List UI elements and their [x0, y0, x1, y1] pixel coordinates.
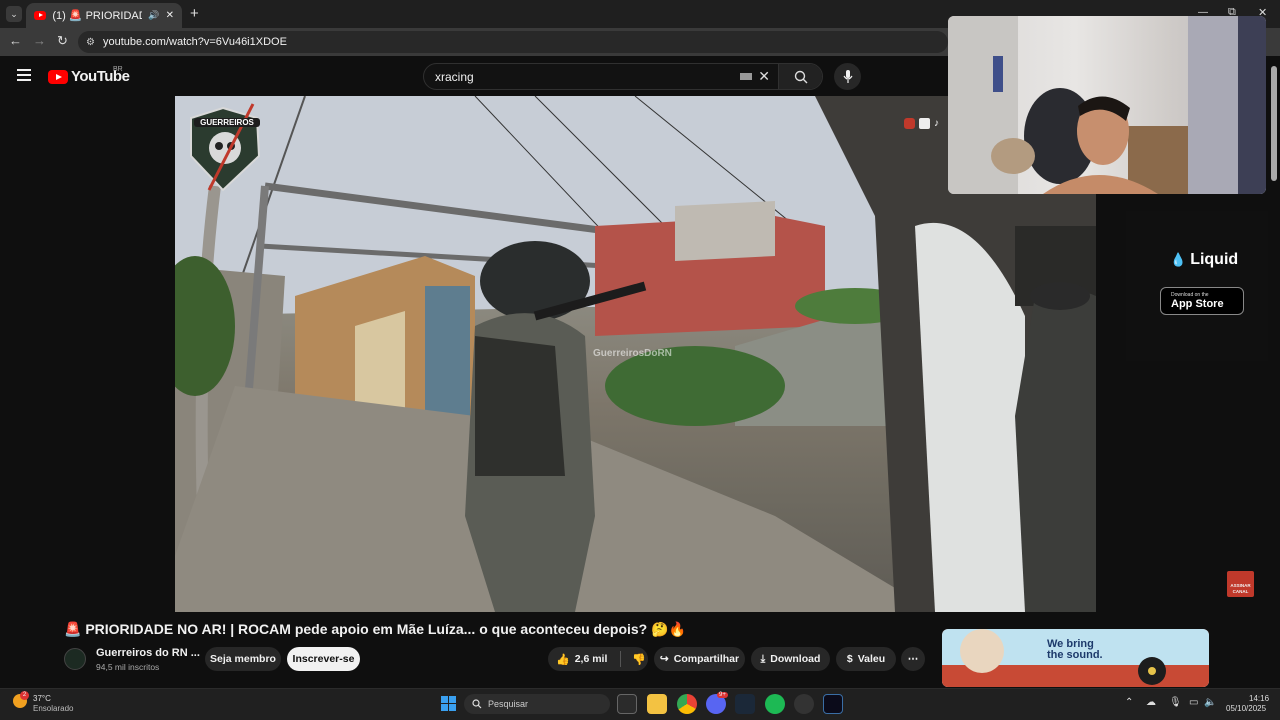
- subscriber-count: 94,5 mil inscritos: [96, 662, 160, 672]
- like-count[interactable]: 2,6 mil: [575, 653, 608, 665]
- download-label: Download: [770, 653, 821, 665]
- more-actions-button[interactable]: ⋯: [901, 647, 925, 671]
- channel-watermark-logo: GUERREIROS: [194, 118, 260, 127]
- chrome-icon[interactable]: [677, 694, 697, 714]
- share-label: Compartilhar: [673, 653, 740, 665]
- thanks-label: Valeu: [857, 653, 886, 665]
- windows-taskbar: [0, 688, 1280, 720]
- video-watermark-text: GuerreirosDoRN: [593, 348, 672, 359]
- youtube-favicon-icon: [34, 11, 47, 20]
- microphone-tray-icon[interactable]: 🎙: [1169, 697, 1182, 708]
- tab-title: (1) 🚨 PRIORIDADE NO AR! | RO: [52, 10, 142, 22]
- url-text: youtube.com/watch?v=6Vu46i1XDOE: [102, 36, 287, 48]
- site-info-icon[interactable]: ⚙: [86, 37, 95, 48]
- search-icon: [794, 70, 807, 83]
- search-button[interactable]: [778, 64, 822, 89]
- steam-icon[interactable]: [735, 694, 755, 714]
- thanks-icon: $: [846, 653, 853, 665]
- like-dislike-group: 👍 2,6 mil 👎: [548, 647, 648, 671]
- clear-search-icon[interactable]: ✕: [758, 68, 770, 85]
- scrollbar-thumb[interactable]: [1271, 66, 1277, 181]
- obs-icon[interactable]: [794, 694, 814, 714]
- taskbar-search[interactable]: Pesquisar: [464, 694, 610, 714]
- volume-icon[interactable]: 🔈: [1204, 697, 1216, 708]
- keyboard-icon[interactable]: [740, 73, 753, 80]
- share-button[interactable]: ↪ Compartilhar: [654, 647, 745, 671]
- download-button[interactable]: ⤓ Download: [751, 647, 830, 671]
- instagram-icon: [904, 118, 915, 129]
- liquid-ad[interactable]: 💧 Liquid Download on the App Store: [1126, 211, 1277, 361]
- clock-time[interactable]: 14:16: [1249, 694, 1269, 703]
- promo-card[interactable]: We bring the sound.: [942, 629, 1209, 687]
- network-icon[interactable]: ▭: [1189, 697, 1198, 708]
- file-explorer-icon[interactable]: [647, 694, 667, 714]
- subscribe-channel-badge[interactable]: ASSINAR CANAL: [1227, 571, 1254, 597]
- ad-brand: 💧 Liquid: [1170, 251, 1238, 269]
- weather-temp[interactable]: 37°C: [33, 694, 51, 703]
- country-code: BR: [113, 66, 123, 73]
- microphone-icon: [843, 69, 852, 83]
- tab-close-icon[interactable]: ✕: [166, 10, 174, 21]
- app-store-button[interactable]: Download on the App Store: [1160, 287, 1244, 315]
- subscribe-button[interactable]: Inscrever-se: [287, 647, 360, 671]
- badge-line2: CANAL: [1232, 589, 1249, 594]
- forward-arrow-icon[interactable]: →: [33, 33, 46, 48]
- new-tab-button[interactable]: +: [190, 5, 199, 22]
- spotify-icon[interactable]: [765, 694, 785, 714]
- video-title: 🚨 PRIORIDADE NO AR! | ROCAM pede apoio e…: [64, 621, 686, 637]
- discord-badge: 9+: [717, 692, 728, 698]
- tiktok-icon: ♪: [934, 118, 939, 129]
- ad-brand-text: Liquid: [1190, 251, 1239, 268]
- download-icon: ⤓: [760, 652, 766, 665]
- search-box: ✕: [423, 63, 823, 90]
- streamer-webcam-feed: [948, 16, 1266, 194]
- thanks-button[interactable]: $ Valeu: [836, 647, 896, 671]
- webcam-overlay: [948, 16, 1266, 194]
- task-view-icon[interactable]: [617, 694, 637, 714]
- tray-overflow-icon[interactable]: ⌃: [1125, 697, 1133, 708]
- clock-date[interactable]: 05/10/2025: [1226, 704, 1266, 713]
- terminal-icon[interactable]: [823, 694, 843, 714]
- promo-headline: We bring the sound.: [1047, 638, 1103, 661]
- taskbar-search-placeholder: Pesquisar: [488, 699, 529, 709]
- search-input[interactable]: [424, 69, 741, 84]
- store-big-text: App Store: [1171, 298, 1224, 310]
- weather-badge: 2: [20, 691, 29, 700]
- search-icon: [472, 699, 482, 709]
- tab-search-button[interactable]: ⌄: [6, 6, 22, 22]
- share-icon: ↪: [659, 653, 669, 665]
- audio-icon[interactable]: 🔊: [148, 10, 159, 21]
- reload-icon[interactable]: ↻: [57, 33, 68, 49]
- droplet-icon: 💧: [1170, 252, 1187, 267]
- channel-avatar[interactable]: [64, 648, 86, 670]
- dislike-icon[interactable]: 👎: [632, 653, 646, 666]
- weather-desc[interactable]: Ensolarado: [33, 704, 73, 713]
- youtube-play-icon: [48, 69, 68, 84]
- start-button[interactable]: [441, 696, 456, 711]
- channel-name[interactable]: Guerreiros do RN ...: [96, 647, 200, 659]
- browser-tab[interactable]: (1) 🚨 PRIORIDADE NO AR! | RO 🔊 ✕: [26, 3, 182, 28]
- onedrive-icon[interactable]: ☁: [1146, 697, 1156, 708]
- join-button[interactable]: Seja membro: [205, 647, 281, 671]
- address-bar[interactable]: ⚙ youtube.com/watch?v=6Vu46i1XDOE: [78, 31, 948, 53]
- youtube-small-icon: [919, 118, 930, 129]
- back-arrow-icon[interactable]: ←: [9, 33, 22, 48]
- menu-icon[interactable]: [17, 69, 31, 81]
- page-scrollbar[interactable]: [1268, 56, 1280, 688]
- social-icons: ♪: [904, 118, 945, 129]
- like-icon[interactable]: 👍: [556, 653, 570, 666]
- voice-search-button[interactable]: [834, 63, 861, 90]
